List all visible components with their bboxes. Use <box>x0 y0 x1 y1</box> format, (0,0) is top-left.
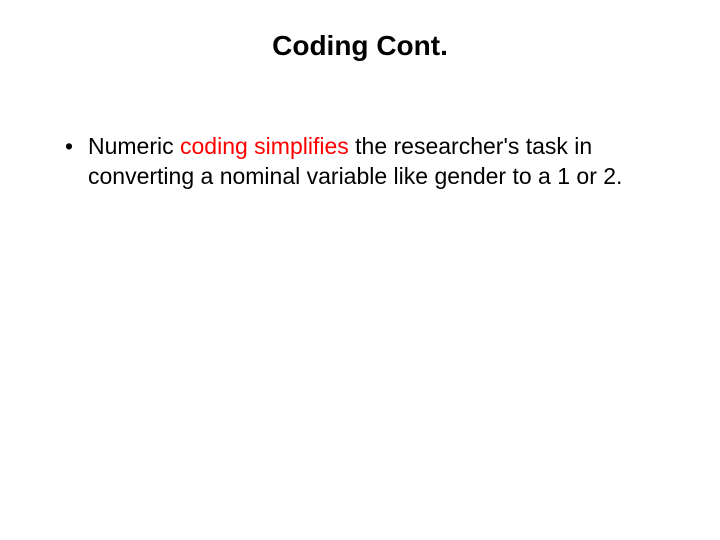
bullet-text-highlight: coding simplifies <box>180 133 349 159</box>
slide-container: Coding Cont. Numeric coding simplifies t… <box>0 0 720 540</box>
bullet-text-pre: Numeric <box>88 133 180 159</box>
slide-title: Coding Cont. <box>40 30 680 62</box>
bullet-list: Numeric coding simplifies the researcher… <box>40 132 680 192</box>
bullet-item: Numeric coding simplifies the researcher… <box>60 132 680 192</box>
